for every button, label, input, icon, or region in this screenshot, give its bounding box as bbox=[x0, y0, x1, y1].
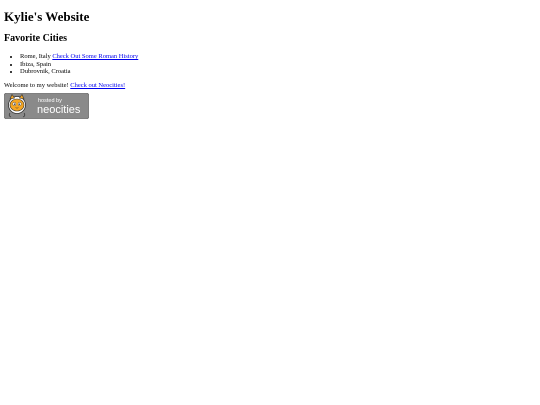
favorite-cities-list: Rome, Italy Check Out Some Roman History… bbox=[4, 53, 536, 76]
list-item: Rome, Italy Check Out Some Roman History bbox=[20, 53, 536, 61]
list-item: Ibiza, Spain bbox=[20, 61, 536, 69]
list-item: Dubrovnik, Croatia bbox=[20, 68, 536, 76]
page-content: Kylie's Website Favorite Cities Rome, It… bbox=[0, 9, 540, 119]
welcome-text: Welcome to my website! bbox=[4, 81, 71, 89]
badge-brand-text: neocities bbox=[37, 104, 81, 116]
roman-history-link[interactable]: Check Out Some Roman History bbox=[52, 53, 138, 60]
neocities-link[interactable]: Check out Neocities! bbox=[70, 82, 125, 89]
list-item-text: Rome, Italy bbox=[20, 53, 53, 60]
hosted-by-neocities-badge[interactable]: hosted by neocities bbox=[4, 93, 536, 119]
neocities-badge-image: hosted by neocities bbox=[4, 93, 89, 119]
welcome-paragraph: Welcome to my website! Check out Neociti… bbox=[4, 82, 536, 90]
list-item-text: Ibiza, Spain bbox=[20, 60, 52, 68]
favorite-cities-heading: Favorite Cities bbox=[4, 33, 68, 44]
list-item-text: Dubrovnik, Croatia bbox=[20, 68, 71, 75]
page-title: Kylie's Website bbox=[4, 9, 90, 24]
